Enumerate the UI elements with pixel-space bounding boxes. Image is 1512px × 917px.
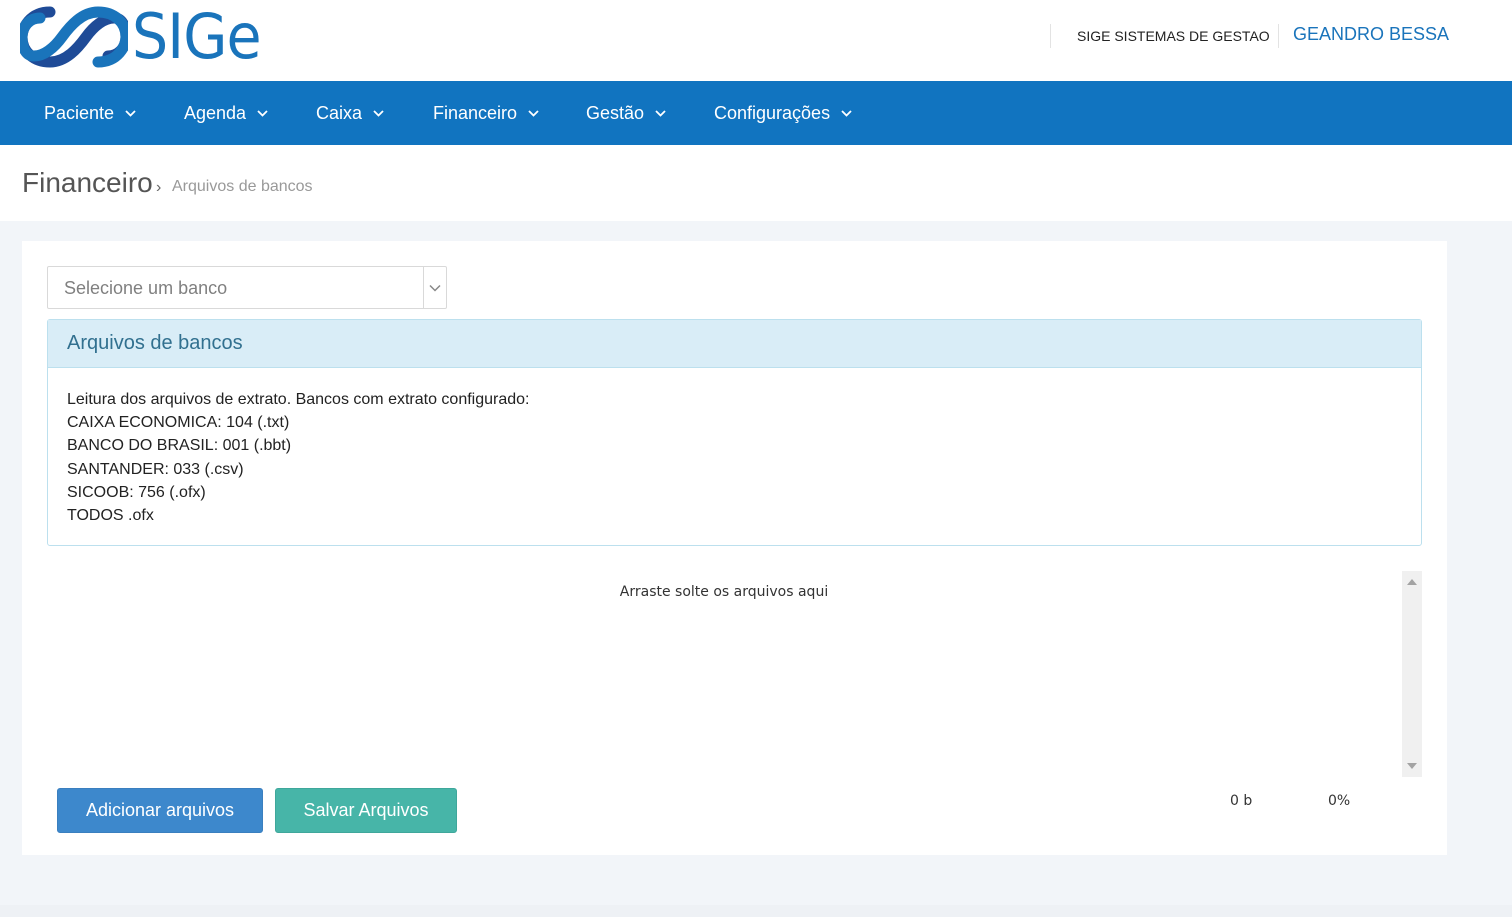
chevron-down-icon	[841, 109, 852, 117]
bank-select-placeholder: Selecione um banco	[64, 278, 228, 298]
scroll-down-arrow-icon[interactable]	[1407, 763, 1417, 769]
main-nav: Paciente Agenda Caixa Financeiro Gestão …	[0, 81, 1512, 145]
upload-percent: 0%	[1328, 793, 1351, 809]
panel-line: Leitura dos arquivos de extrato. Bancos …	[67, 391, 530, 408]
chevron-down-icon[interactable]	[428, 281, 442, 295]
breadcrumb-current: Arquivos de bancos	[172, 178, 313, 195]
save-files-button[interactable]: Salvar Arquivos	[275, 788, 457, 833]
nav-item-label: Agenda	[184, 102, 247, 123]
panel-title: Arquivos de bancos	[48, 320, 1421, 368]
panel-line: CAIXA ECONOMICA: 104 (.txt)	[67, 414, 290, 432]
company-name[interactable]: SIGE SISTEMAS DE GESTAO	[1077, 28, 1270, 44]
panel-line: SANTANDER: 033 (.csv)	[67, 460, 244, 478]
dropzone-hint: Arraste solte os arquivos aqui	[619, 584, 829, 600]
info-panel: Arquivos de bancos Leitura dos arquivos …	[47, 319, 1422, 546]
nav-item-label: Financeiro	[433, 102, 518, 123]
nav-item-gestao[interactable]: Gestão	[586, 81, 667, 145]
breadcrumb-separator: ›	[156, 179, 162, 196]
main-card: Selecione um banco Arquivos de bancos Le…	[22, 241, 1447, 855]
page-title: Financeiro	[22, 167, 153, 198]
chevron-down-icon	[257, 109, 268, 117]
scroll-up-arrow-icon[interactable]	[1407, 579, 1417, 585]
nav-item-agenda[interactable]: Agenda	[184, 81, 269, 145]
chevron-down-icon	[528, 109, 539, 117]
add-files-button[interactable]: Adicionar arquivos	[57, 788, 263, 833]
nav-item-label: Caixa	[316, 102, 363, 123]
chevron-down-icon	[373, 109, 384, 117]
header-divider	[1050, 24, 1051, 48]
nav-item-financeiro[interactable]: Financeiro	[433, 81, 540, 145]
bank-select[interactable]: Selecione um banco	[47, 266, 447, 309]
nav-item-label: Gestão	[586, 102, 645, 123]
panel-line: SICOOB: 756 (.ofx)	[67, 483, 206, 501]
chevron-down-icon	[125, 109, 136, 117]
sige-logo[interactable]: SIGe	[20, 4, 290, 70]
file-dropzone[interactable]: Arraste solte os arquivos aqui	[47, 571, 1422, 777]
logo-wordmark: SIGe	[132, 0, 262, 73]
top-header: SIGe SIGE SISTEMAS DE GESTAO GEANDRO BES…	[0, 0, 1512, 81]
nav-item-label: Configurações	[714, 102, 831, 123]
chevron-down-icon	[655, 109, 666, 117]
nav-item-caixa[interactable]: Caixa	[316, 81, 385, 145]
select-divider	[423, 267, 424, 308]
user-menu[interactable]: GEANDRO BESSA	[1293, 24, 1449, 45]
header-divider	[1278, 24, 1279, 48]
nav-item-paciente[interactable]: Paciente	[44, 81, 137, 145]
footer-strip	[0, 905, 1512, 917]
panel-line: BANCO DO BRASIL: 001 (.bbt)	[67, 437, 292, 455]
breadcrumb: Financeiro › Arquivos de bancos	[0, 145, 1512, 221]
dropzone-scrollbar[interactable]	[1402, 571, 1422, 777]
panel-body: Leitura dos arquivos de extrato. Bancos …	[48, 368, 1421, 547]
upload-size: 0 b	[1230, 793, 1253, 809]
panel-line: TODOS .ofx	[67, 507, 154, 525]
nav-item-label: Paciente	[44, 102, 115, 123]
nav-item-configuracoes[interactable]: Configurações	[714, 81, 853, 145]
infinity-logo-icon	[20, 6, 128, 68]
